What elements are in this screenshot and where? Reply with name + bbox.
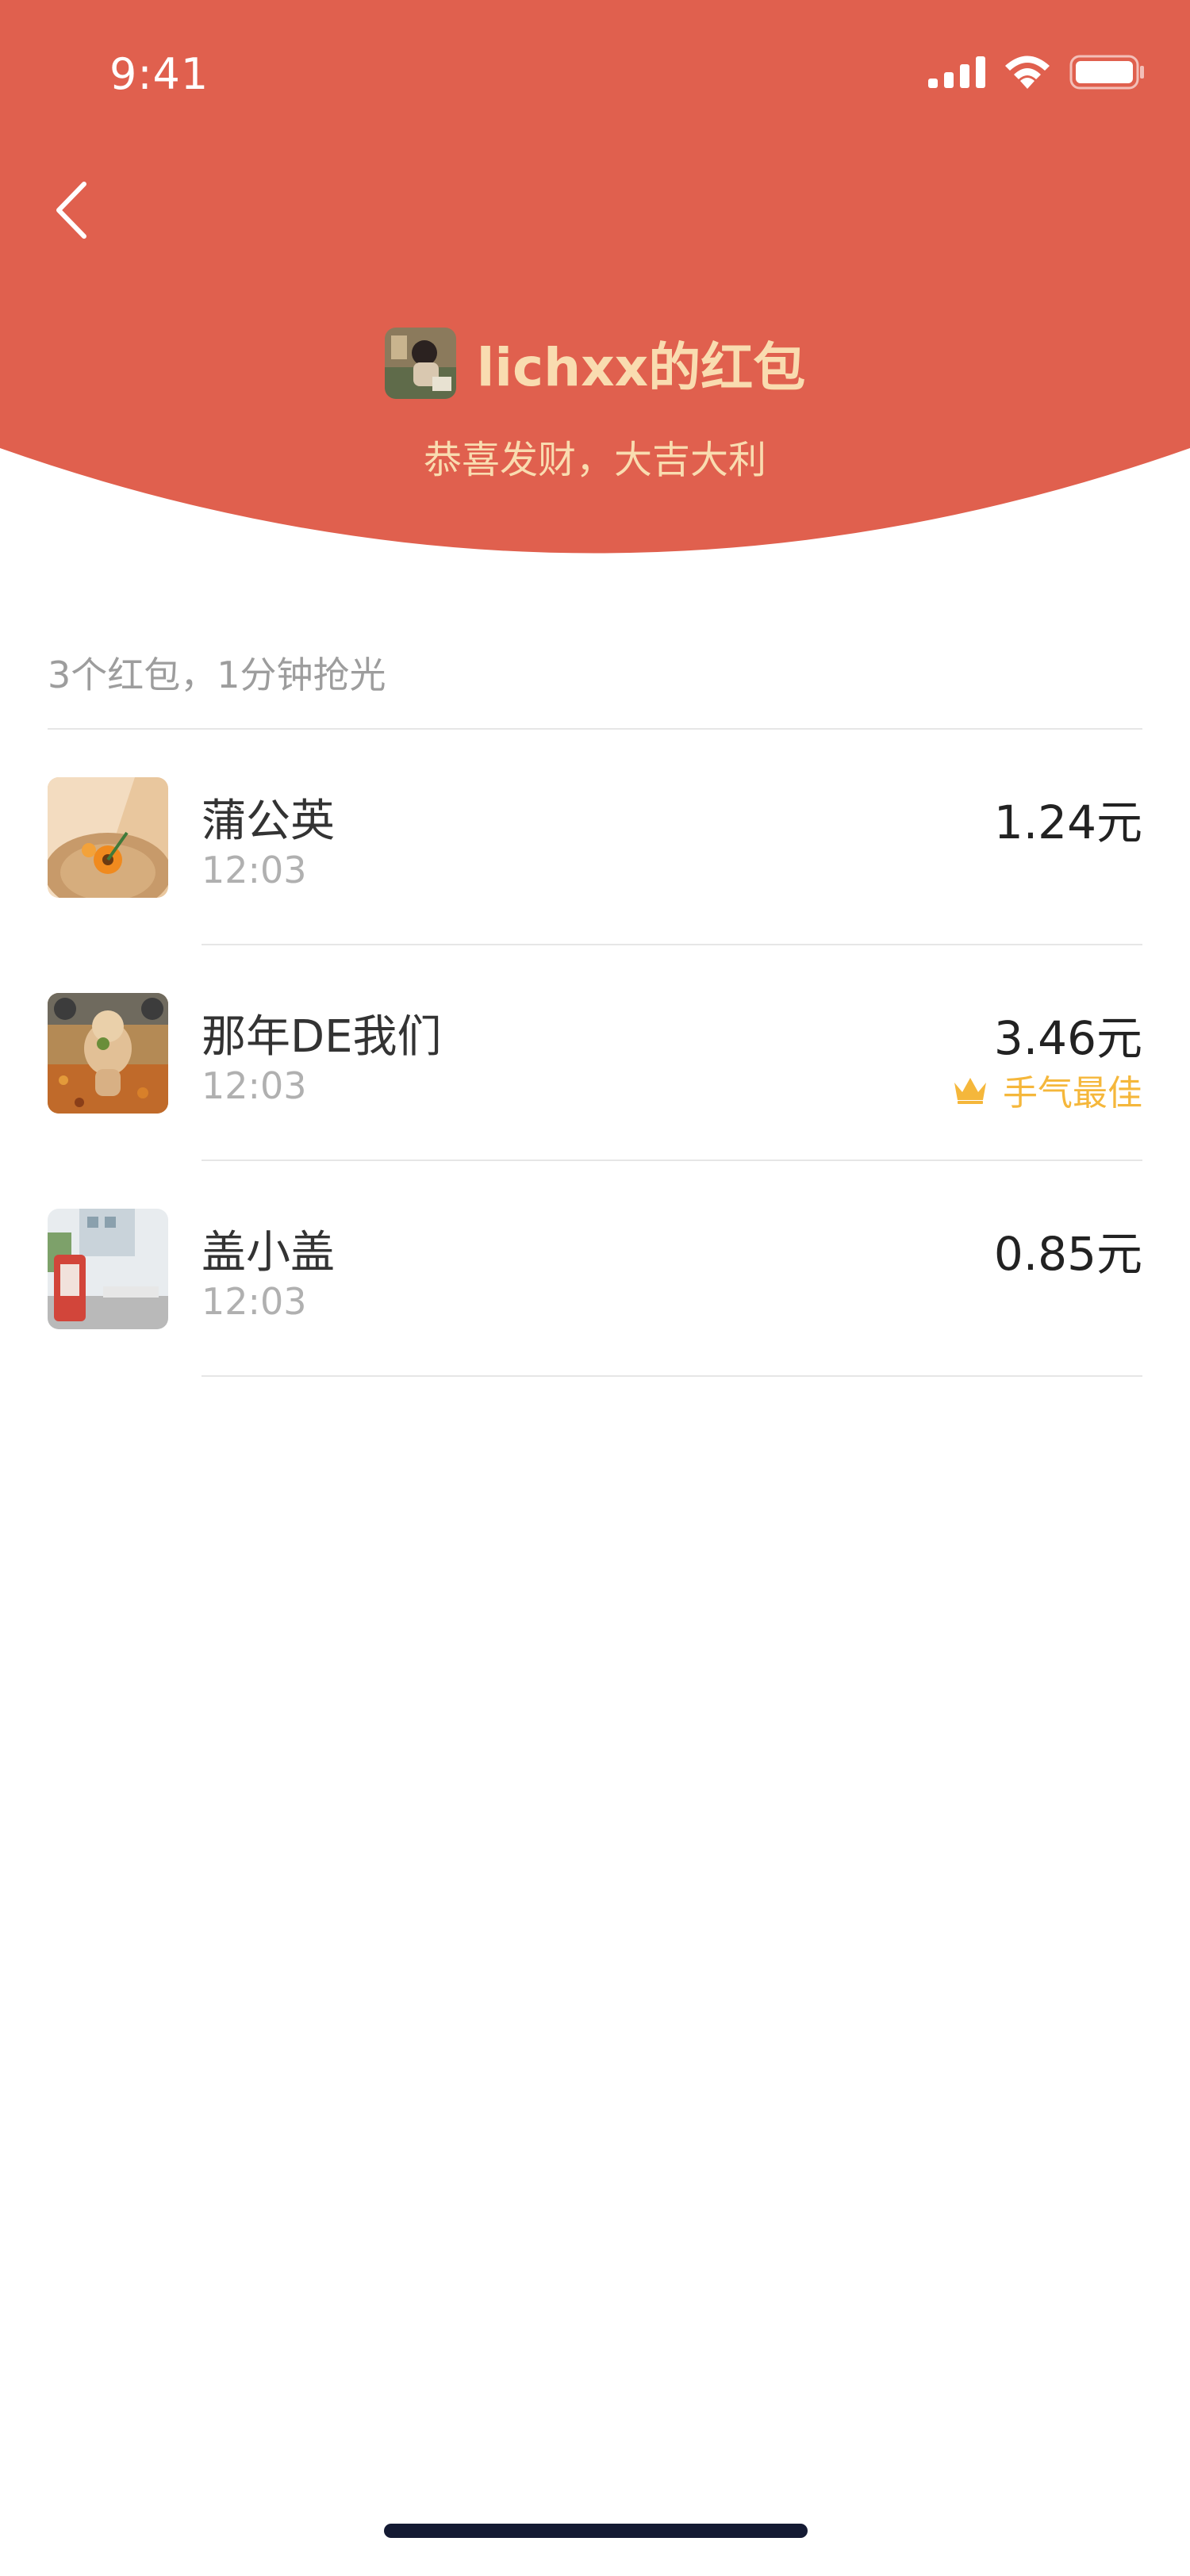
best-luck-badge: 手气最佳: [952, 1064, 1142, 1115]
best-luck-label: 手气最佳: [1003, 1073, 1142, 1114]
row-divider: [202, 1375, 1142, 1377]
member-name: 那年DE我们: [202, 1011, 442, 1063]
sender-avatar[interactable]: [384, 328, 456, 399]
avatar-image: [384, 328, 456, 399]
list-item[interactable]: 盖小盖 12:03 0.85元: [0, 1161, 1190, 1377]
grab-time: 12:03: [202, 849, 307, 891]
avatar[interactable]: [48, 1209, 168, 1329]
avatar-image: [48, 777, 168, 898]
battery-icon: [1069, 55, 1144, 90]
chevron-left-icon: [56, 182, 86, 239]
wifi-icon: [1005, 56, 1050, 89]
amount: 0.85元: [993, 1227, 1142, 1281]
amount: 3.46元: [993, 1011, 1142, 1065]
header-title-row: lichxx的红包: [0, 325, 1190, 401]
blessing-subtitle: 恭喜发财，大吉大利: [423, 438, 766, 482]
packet-summary: 3个红包，1分钟抢光: [48, 654, 386, 696]
member-name: 盖小盖: [202, 1227, 335, 1278]
list-item[interactable]: 蒲公英 12:03 1.24元: [0, 730, 1190, 945]
grab-time: 12:03: [202, 1064, 307, 1107]
status-icons: [928, 54, 1146, 90]
amount: 1.24元: [993, 795, 1142, 849]
back-button[interactable]: [48, 174, 111, 246]
signal-icon: [928, 56, 985, 88]
status-time: 9:41: [109, 49, 209, 99]
crown-icon: [954, 1078, 986, 1104]
avatar-image: [48, 1209, 168, 1329]
member-name: 蒲公英: [202, 795, 335, 847]
page-title: lichxx的红包: [476, 337, 806, 398]
avatar-image: [48, 993, 168, 1114]
avatar[interactable]: [48, 993, 168, 1114]
grab-time: 12:03: [202, 1280, 307, 1323]
home-indicator[interactable]: [384, 2524, 808, 2538]
avatar[interactable]: [48, 777, 168, 898]
list-item[interactable]: 那年DE我们 12:03 3.46元 手气最佳: [0, 945, 1190, 1161]
